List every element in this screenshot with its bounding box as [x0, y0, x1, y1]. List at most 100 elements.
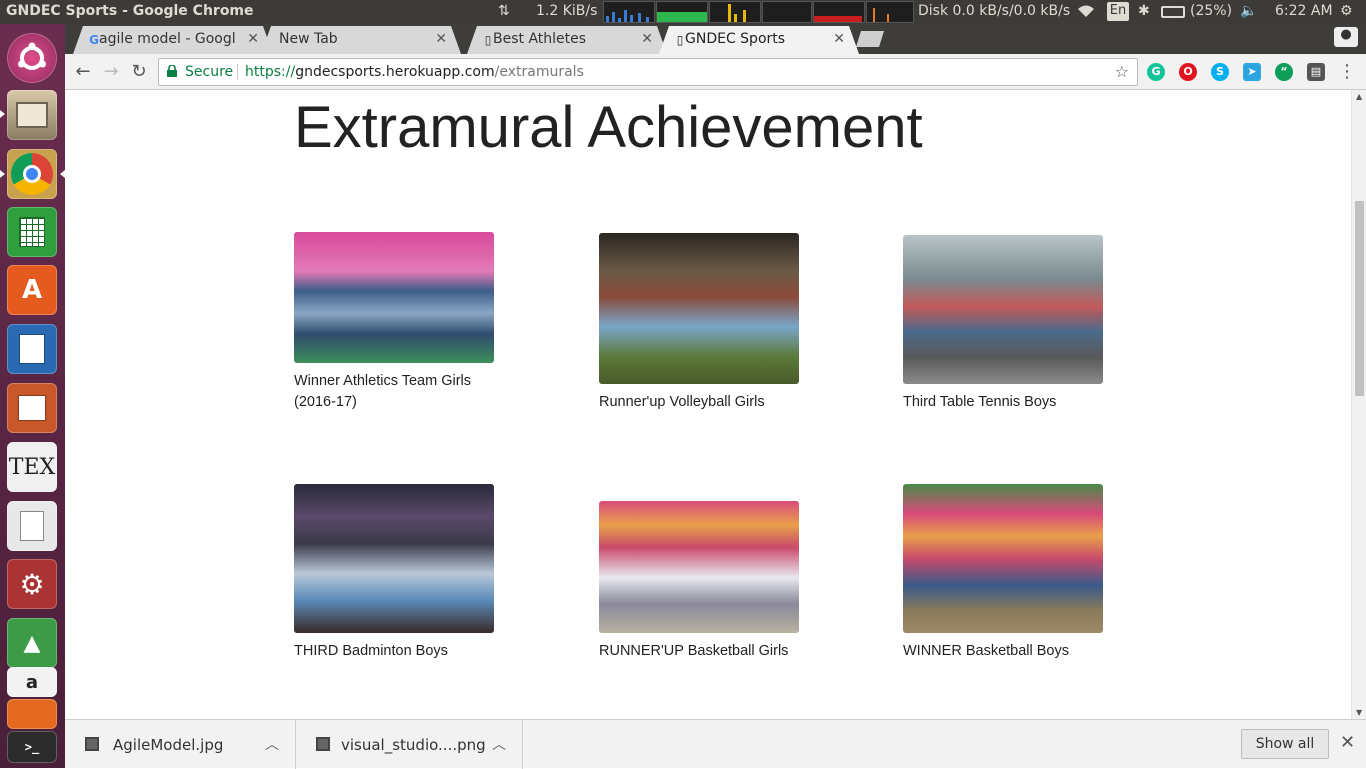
tab-label: GNDEC Sports	[685, 31, 786, 47]
battery-icon[interactable]	[1161, 6, 1185, 18]
download-filename: AgileModel.jpg	[113, 736, 224, 754]
terminal-icon[interactable]: >_	[7, 731, 57, 763]
window-title: GNDEC Sports - Google Chrome	[6, 3, 254, 19]
show-all-button[interactable]: Show all	[1241, 729, 1329, 759]
volume-muted-icon[interactable]: 🔈	[1240, 3, 1257, 19]
disk-graph[interactable]	[866, 1, 914, 23]
team-photo[interactable]	[903, 484, 1103, 633]
top-panel: GNDEC Sports - Google Chrome ⇅ 1.2 KiB/s…	[0, 0, 1366, 24]
wifi-icon[interactable]	[1076, 3, 1096, 23]
image-file-icon	[316, 737, 330, 751]
amazon-icon[interactable]: a	[7, 667, 57, 697]
chevron-up-icon[interactable]: ︿	[492, 734, 506, 754]
download-filename: visual_studio....png	[341, 736, 486, 754]
scroll-up-icon[interactable]: ▲	[1356, 92, 1362, 101]
text-editor-icon[interactable]	[7, 501, 57, 551]
files-icon[interactable]	[7, 90, 57, 140]
team-photo[interactable]	[599, 501, 799, 633]
running-indicator	[0, 110, 5, 118]
telegram-icon[interactable]: ➤	[1243, 63, 1261, 81]
downloads-shelf: AgileModel.jpg ︿ visual_studio....png ︿ …	[65, 719, 1366, 769]
net-graph[interactable]	[709, 1, 761, 23]
libreoffice-calc-icon[interactable]	[7, 207, 57, 257]
card-caption: THIRD Badminton Boys	[294, 643, 448, 659]
unity-launcher: A TEX ⚙ ▲ a >_	[0, 24, 65, 768]
team-photo[interactable]	[294, 232, 494, 363]
forward-icon[interactable]: →	[99, 60, 123, 84]
libreoffice-impress-icon[interactable]	[7, 383, 57, 433]
bluetooth-icon[interactable]: ✱	[1138, 3, 1150, 19]
lock-icon	[167, 65, 177, 77]
url-text[interactable]: https://gndecsports.herokuapp.com/extram…	[245, 64, 584, 80]
android-studio-icon[interactable]: ▲	[7, 618, 57, 668]
page-content: Extramural Achievement Winner Athletics …	[65, 90, 1351, 719]
chevron-up-icon[interactable]: ︿	[265, 734, 279, 754]
download-item[interactable]: AgileModel.jpg ︿	[65, 720, 296, 769]
clock[interactable]: 6:22 AM	[1275, 3, 1333, 19]
cpu-graph[interactable]	[603, 1, 655, 23]
battery-percent: (25%)	[1190, 3, 1233, 19]
hangouts-icon[interactable]: “	[1275, 63, 1293, 81]
card-caption: Third Table Tennis Boys	[903, 394, 1057, 410]
team-photo[interactable]	[294, 484, 494, 633]
gear-icon[interactable]: ⚙	[1340, 3, 1353, 19]
back-icon[interactable]: ←	[71, 60, 95, 84]
team-photo[interactable]	[903, 235, 1103, 384]
card-caption: Winner Athletics Team Girls (2016-17)	[294, 373, 472, 410]
bookmark-star-icon[interactable]: ☆	[1115, 62, 1129, 81]
new-tab-button[interactable]	[856, 31, 884, 47]
tab-close-icon[interactable]: ✕	[435, 31, 447, 47]
tab-close-icon[interactable]: ✕	[833, 31, 845, 47]
keyboard-layout[interactable]: En	[1107, 2, 1129, 21]
system-settings-icon[interactable]: ⚙	[7, 559, 57, 609]
browser-toolbar: ← → ↻ Secure https://gndecsports.herokua…	[65, 54, 1366, 90]
load-graph[interactable]	[813, 1, 865, 23]
card-caption: RUNNER'UP Basketball Girls	[599, 643, 789, 659]
tab-gndec-sports[interactable]: ▯ GNDEC Sports ✕	[659, 26, 859, 54]
google-icon: G	[89, 33, 99, 47]
scrollbar-thumb[interactable]	[1355, 201, 1364, 396]
memory-graph[interactable]	[656, 1, 708, 23]
tab-label: Best Athletes	[493, 31, 587, 47]
close-icon[interactable]: ✕	[1340, 732, 1355, 753]
system-monitor-icon[interactable]	[7, 699, 57, 729]
tab-strip: G agile model - Googl ✕ New Tab ✕ ▯ Best…	[65, 24, 1366, 54]
chrome-menu-icon[interactable]: ⋮	[1338, 61, 1356, 82]
page-icon: ▯	[484, 33, 492, 47]
page-scrollbar[interactable]: ▲ ▼	[1351, 90, 1366, 719]
ubuntu-dash-icon[interactable]	[7, 33, 57, 83]
chrome-icon[interactable]	[7, 149, 57, 199]
net-rate: 1.2 KiB/s	[536, 3, 598, 19]
libreoffice-writer-icon[interactable]	[7, 324, 57, 374]
tab-close-icon[interactable]: ✕	[641, 31, 653, 47]
software-center-icon[interactable]: A	[7, 265, 57, 315]
secure-label: Secure	[185, 64, 234, 80]
opera-icon[interactable]: O	[1179, 63, 1197, 81]
tab-best-athletes[interactable]: ▯ Best Athletes ✕	[467, 26, 667, 54]
card-caption: Runner'up Volleyball Girls	[599, 394, 765, 410]
divider	[237, 64, 238, 80]
running-indicator	[0, 170, 5, 178]
tab-close-icon[interactable]: ✕	[247, 31, 259, 47]
texmaker-icon[interactable]: TEX	[7, 442, 57, 492]
scroll-down-icon[interactable]: ▼	[1356, 708, 1362, 717]
team-photo[interactable]	[599, 233, 799, 384]
profile-icon[interactable]: ●	[1334, 27, 1358, 47]
skype-icon[interactable]: S	[1211, 63, 1229, 81]
image-file-icon	[85, 737, 99, 751]
tab-label: agile model - Googl	[99, 31, 236, 47]
network-arrows-icon[interactable]: ⇅	[498, 3, 510, 19]
address-bar[interactable]: Secure https://gndecsports.herokuapp.com…	[158, 58, 1138, 86]
page-icon: ▯	[676, 33, 684, 47]
reload-icon[interactable]: ↻	[127, 60, 151, 84]
grammarly-icon[interactable]: G	[1147, 63, 1165, 81]
disk-rate: Disk 0.0 kB/s/0.0 kB/s	[918, 3, 1071, 19]
download-item[interactable]: visual_studio....png ︿	[296, 720, 523, 769]
tab-new-tab[interactable]: New Tab ✕	[261, 26, 461, 54]
card-caption: WINNER Basketball Boys	[903, 643, 1069, 659]
tab-label: New Tab	[279, 31, 338, 47]
page-title: Extramural Achievement	[294, 95, 923, 160]
tab-agile-model[interactable]: G agile model - Googl ✕	[73, 26, 273, 54]
clipboard-icon[interactable]: ▤	[1307, 63, 1325, 81]
swap-graph[interactable]	[762, 1, 812, 23]
